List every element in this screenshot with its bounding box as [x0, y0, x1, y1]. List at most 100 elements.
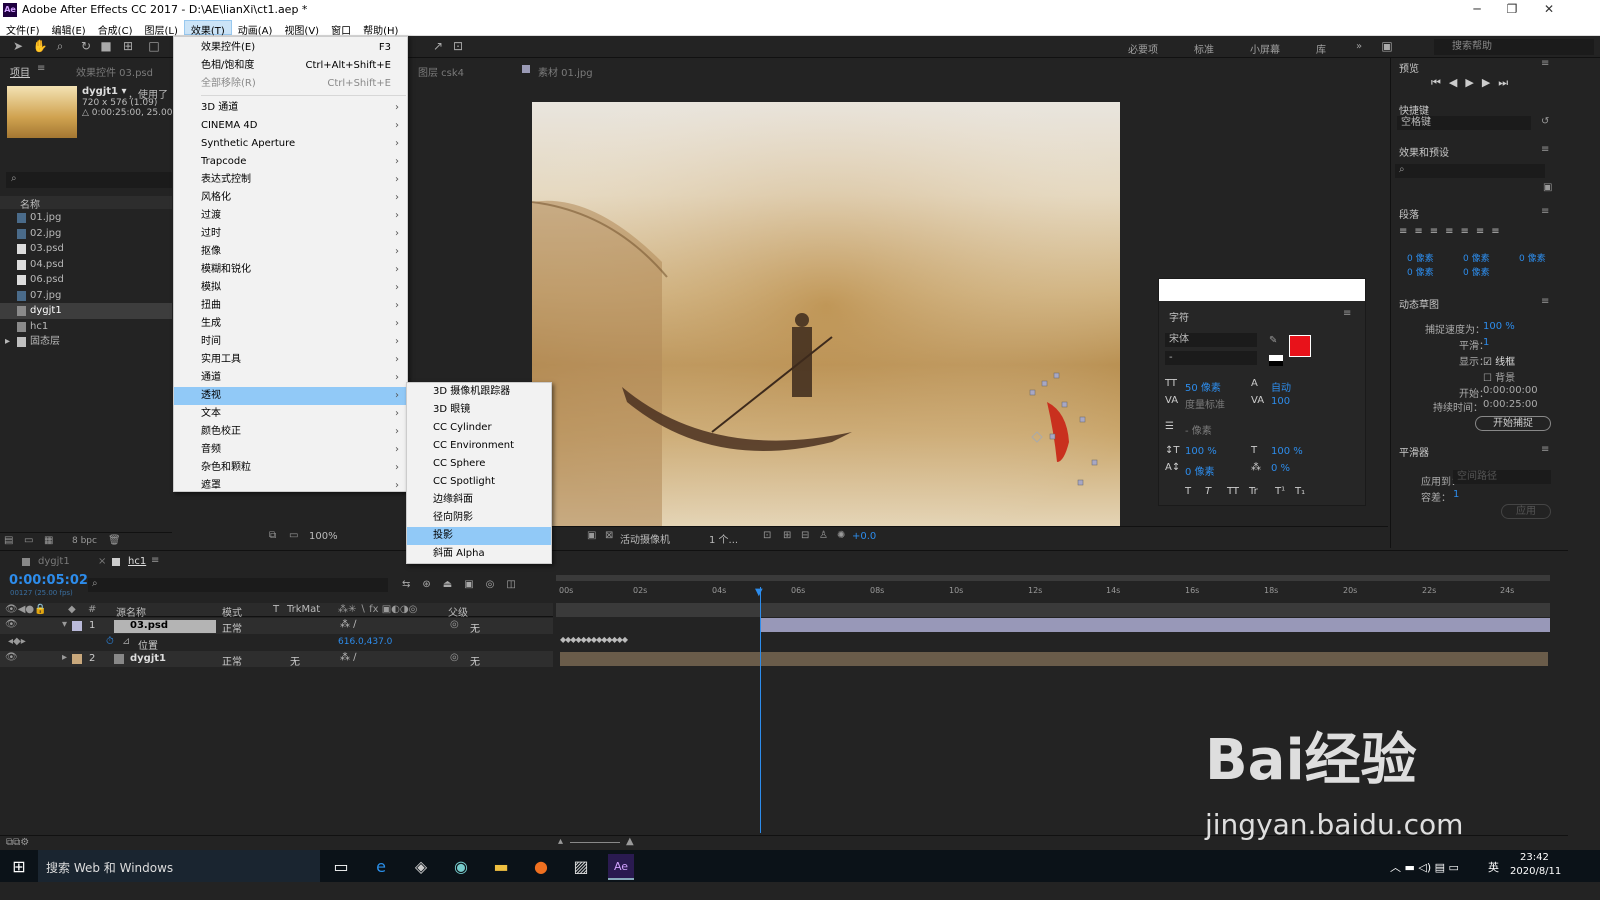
- layer-bar-03psd[interactable]: [760, 618, 1550, 632]
- project-item[interactable]: hc1: [0, 319, 172, 335]
- fast-preview-icon[interactable]: ⊡: [763, 530, 771, 541]
- wireframe-checkbox[interactable]: ☑ 线框: [1483, 353, 1515, 368]
- workspace-libraries[interactable]: 库: [1316, 41, 1326, 56]
- t-header[interactable]: T: [273, 604, 279, 615]
- project-folder[interactable]: ▸ 固态层: [0, 334, 172, 350]
- pickwhip-icon[interactable]: ◎: [450, 652, 459, 663]
- capture-speed-value[interactable]: 100 %: [1483, 321, 1515, 332]
- space-before[interactable]: 0 像素: [1407, 265, 1434, 278]
- playback-controls[interactable]: ⏮◀▶▶⏭: [1431, 76, 1516, 90]
- sync-settings-icon[interactable]: ▣: [1379, 39, 1395, 55]
- project-item[interactable]: 04.psd: [0, 257, 172, 273]
- layer-bar-dygjt1[interactable]: [560, 652, 1548, 666]
- menu-item-perspective[interactable]: 透视 ›: [174, 387, 407, 405]
- bit-depth-button[interactable]: 8 bpc: [72, 536, 97, 546]
- keyframes[interactable]: ◆◆◆◆◆◆◆◆◆◆◆◆◆: [560, 635, 640, 647]
- menu-edit[interactable]: 编辑(E): [46, 21, 92, 37]
- menu-view[interactable]: 视图(V): [278, 21, 325, 37]
- superscript-button[interactable]: T¹: [1275, 486, 1285, 497]
- visibility-icon[interactable]: 👁: [5, 619, 18, 630]
- time-ruler[interactable]: 00s 02s 04s 06s 08s 10s 12s 14s 16s 18s …: [556, 583, 1550, 601]
- stroke-width-value[interactable]: - 像素: [1185, 422, 1212, 437]
- visibility-icon[interactable]: 👁: [5, 652, 18, 663]
- taskbar-search[interactable]: 搜索 Web 和 Windows: [38, 850, 320, 882]
- tolerance-value[interactable]: 1: [1453, 489, 1459, 500]
- workspace-small-screen[interactable]: 小屏幕: [1250, 41, 1280, 56]
- background-checkbox[interactable]: ☐ 背景: [1483, 369, 1515, 384]
- panel-menu-icon[interactable]: ≡: [1541, 144, 1549, 155]
- small-caps-button[interactable]: Tr: [1249, 486, 1258, 497]
- menu-item-channel[interactable]: 通道 ›: [174, 369, 407, 387]
- expand-arrow-icon[interactable]: ▸: [62, 652, 67, 663]
- item-name[interactable]: dygjt1 ▾: [82, 86, 127, 97]
- menu-item-matte[interactable]: 遮罩 ›: [174, 477, 407, 495]
- font-style-dropdown[interactable]: -: [1165, 351, 1257, 365]
- menu-item-expression-controls[interactable]: 表达式控制 ›: [174, 171, 407, 189]
- ime-indicator[interactable]: 英: [1488, 859, 1499, 875]
- trash-icon[interactable]: 🗑: [108, 535, 121, 546]
- menu-item-radial-shadow[interactable]: 径向阴影: [407, 509, 551, 527]
- firefox-icon[interactable]: ●: [530, 856, 552, 878]
- menu-item-color-correction[interactable]: 颜色校正 ›: [174, 423, 407, 441]
- menu-item-trapcode[interactable]: Trapcode ›: [174, 153, 407, 171]
- interpret-footage-icon[interactable]: ▤: [4, 535, 13, 546]
- indent-first[interactable]: 0 像素: [1463, 251, 1490, 264]
- kerning-value[interactable]: 度量标准: [1185, 396, 1225, 411]
- layer-mode-dropdown[interactable]: 正常: [222, 653, 242, 668]
- menu-item-audio[interactable]: 音频 ›: [174, 441, 407, 459]
- panel-menu-icon[interactable]: ≡: [1541, 206, 1549, 217]
- menu-item-text[interactable]: 文本 ›: [174, 405, 407, 423]
- position-value[interactable]: 616.0,437.0: [338, 637, 392, 647]
- exposure-value[interactable]: +0.0: [852, 531, 876, 542]
- menu-item-effect-controls[interactable]: 效果控件(E) F3: [174, 39, 407, 57]
- more-workspaces-icon[interactable]: »: [1356, 41, 1362, 52]
- new-folder-icon[interactable]: ▭: [24, 535, 33, 546]
- mode-header[interactable]: 模式: [222, 604, 242, 619]
- menu-item-remove-all[interactable]: 全部移除(R) Ctrl+Shift+E: [174, 75, 407, 93]
- menu-item-keying[interactable]: 抠像 ›: [174, 243, 407, 261]
- menu-help[interactable]: 帮助(H): [357, 21, 404, 37]
- menu-item-bevel-alpha[interactable]: 斜面 Alpha: [407, 545, 551, 563]
- trkmat-dropdown[interactable]: 无: [290, 653, 300, 668]
- panel-menu-icon[interactable]: ≡: [151, 555, 159, 566]
- baseline-value[interactable]: 0 像素: [1185, 463, 1215, 478]
- snapshot-icon[interactable]: ▣: [587, 530, 596, 541]
- tsume-value[interactable]: 0 %: [1271, 463, 1290, 474]
- menu-item-bevel-edges[interactable]: 边缘斜面: [407, 491, 551, 509]
- menu-layer[interactable]: 图层(L): [138, 21, 183, 37]
- windows-start-icon[interactable]: ⊞: [8, 856, 30, 878]
- source-name-header[interactable]: 源名称: [116, 604, 146, 619]
- layer-mode-dropdown[interactable]: 正常: [222, 620, 242, 635]
- menu-item-distort[interactable]: 扭曲 ›: [174, 297, 407, 315]
- flowchart-icon[interactable]: ⊟: [801, 530, 809, 541]
- menu-item-hue-saturation[interactable]: 色相/饱和度 Ctrl+Alt+Shift+E: [174, 57, 407, 75]
- playhead-icon[interactable]: ▼: [755, 587, 765, 598]
- layer-row[interactable]: 👁 ▸ 2 dygjt1 正常 无 ⁂ ∕ ◎ 无: [0, 651, 553, 668]
- selection-tool-icon[interactable]: ➤: [10, 39, 26, 55]
- timeline-tab-dygjt1[interactable]: dygjt1: [38, 556, 70, 567]
- menu-item-cinema4d[interactable]: CINEMA 4D ›: [174, 117, 407, 135]
- camera-tool-icon[interactable]: ■: [98, 39, 114, 55]
- menu-item-time[interactable]: 时间 ›: [174, 333, 407, 351]
- new-composition-icon[interactable]: ▦: [44, 535, 53, 546]
- camera-dropdown[interactable]: 活动摄像机: [620, 531, 670, 546]
- hand-tool-icon[interactable]: ✋: [32, 39, 48, 55]
- zoom-tool-icon[interactable]: ⌕: [52, 39, 68, 55]
- menu-composition[interactable]: 合成(C): [92, 21, 139, 37]
- panel-menu-icon[interactable]: ≡: [1541, 444, 1549, 455]
- puppet-tool-icon[interactable]: ↗: [430, 39, 446, 55]
- menu-item-cc-cylinder[interactable]: CC Cylinder: [407, 419, 551, 437]
- rotate-tool-icon[interactable]: ↻: [78, 39, 94, 55]
- menu-item-drop-shadow[interactable]: 投影: [407, 527, 551, 545]
- eyedropper-icon[interactable]: ✎: [1269, 335, 1277, 346]
- views-dropdown[interactable]: 1 个...: [709, 531, 738, 546]
- smooth-value[interactable]: 1: [1483, 337, 1489, 348]
- timeline-switch-icons[interactable]: ⇆⊛⏏▣◎◫: [402, 579, 528, 590]
- keyframe-nav-icon[interactable]: ◂◆▸: [8, 636, 26, 647]
- zoom-dropdown[interactable]: 100%: [309, 531, 338, 542]
- project-item[interactable]: 01.jpg: [0, 210, 172, 226]
- leading-value[interactable]: 自动: [1271, 379, 1291, 394]
- clock-date[interactable]: 2020/8/11: [1510, 866, 1561, 877]
- snap-icon[interactable]: ⊡: [450, 39, 466, 55]
- zoom-out-icon[interactable]: ▴: [558, 836, 563, 847]
